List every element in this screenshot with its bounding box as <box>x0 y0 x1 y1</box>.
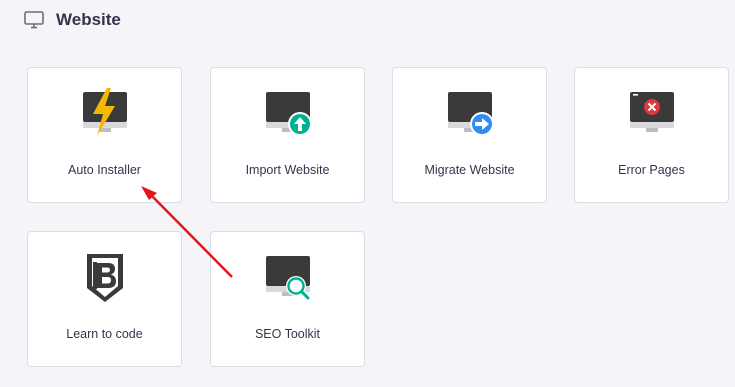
error-pages-card[interactable]: Error Pages <box>574 67 729 203</box>
import-website-card[interactable]: Import Website <box>210 67 365 203</box>
import-website-label: Import Website <box>245 163 330 177</box>
migrate-website-card[interactable]: Migrate Website <box>392 67 547 203</box>
auto-installer-label: Auto Installer <box>68 163 141 177</box>
auto-installer-icon <box>77 88 133 140</box>
seo-toolkit-card[interactable]: SEO Toolkit <box>210 231 365 367</box>
import-website-icon <box>260 88 316 140</box>
learn-to-code-card[interactable]: Learn to code <box>27 231 182 367</box>
error-pages-icon <box>624 88 680 140</box>
seo-toolkit-icon <box>260 252 316 304</box>
error-pages-label: Error Pages <box>618 163 685 177</box>
auto-installer-card[interactable]: Auto Installer <box>27 67 182 203</box>
seo-toolkit-label: SEO Toolkit <box>254 327 321 341</box>
migrate-website-icon <box>442 88 498 140</box>
section-header: Website <box>24 10 121 30</box>
migrate-website-label: Migrate Website <box>424 163 515 177</box>
monitor-icon <box>24 11 44 29</box>
section-title: Website <box>56 10 121 29</box>
learn-to-code-icon <box>77 252 133 304</box>
learn-to-code-label: Learn to code <box>66 327 143 341</box>
